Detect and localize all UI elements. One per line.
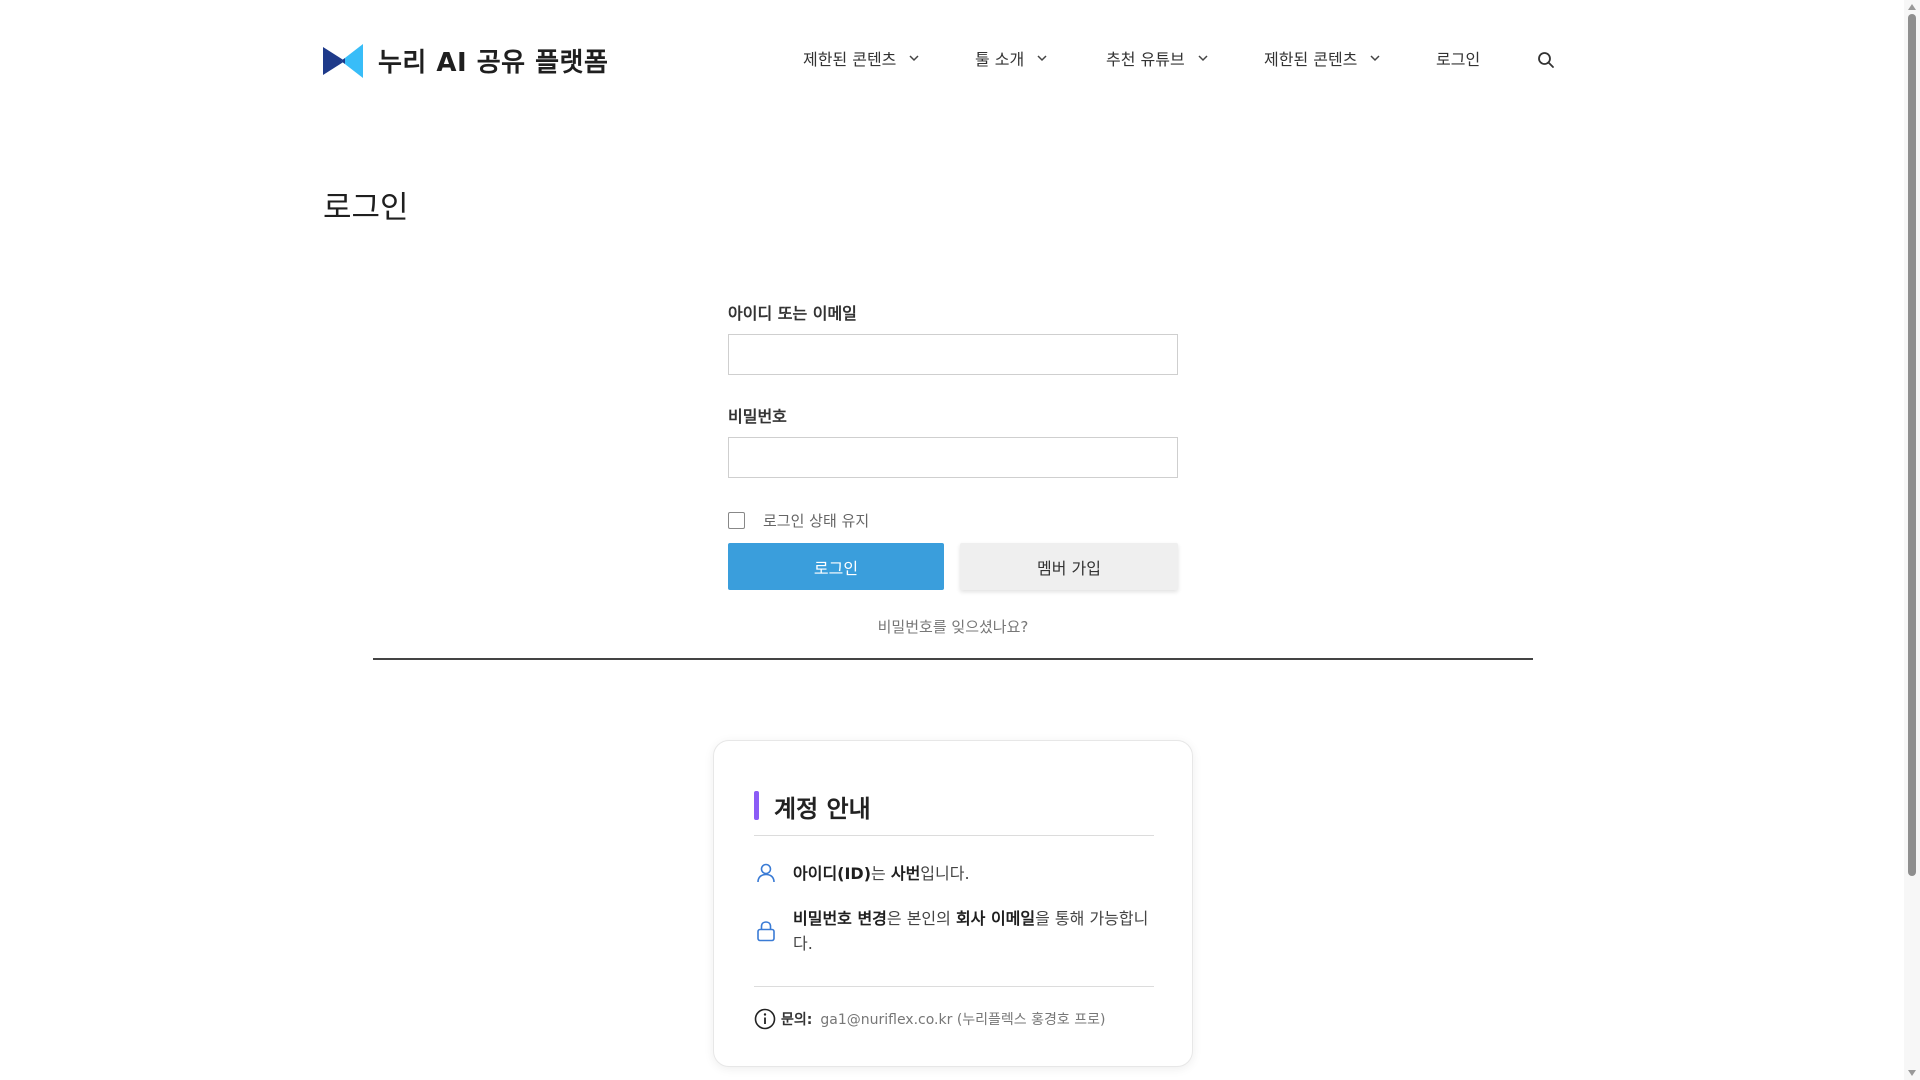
nav-item-label: 제한된 콘텐츠: [803, 50, 897, 69]
username-input[interactable]: [728, 334, 1178, 375]
info-icon: [754, 1008, 776, 1030]
info-text-password: 비밀번호 변경은 본인의 회사 이메일을 통해 가능합니다.: [793, 909, 1149, 953]
nav-item-label: 로그인: [1436, 50, 1481, 69]
card-header: 계정 안내: [754, 789, 1154, 836]
chevron-down-icon: [1198, 55, 1208, 62]
scroll-down-arrow-icon[interactable]: [1908, 1070, 1916, 1076]
card-separator: [754, 986, 1154, 987]
chevron-down-icon: [1037, 55, 1047, 62]
button-row: 로그인 멤버 가입: [728, 543, 1178, 590]
nav-item-restricted-content-2[interactable]: 제한된 콘텐츠: [1264, 46, 1381, 70]
section-divider: [373, 658, 1533, 660]
join-button[interactable]: 멤버 가입: [960, 543, 1178, 590]
page-scrollbar[interactable]: [1904, 0, 1920, 1080]
lock-icon: [757, 921, 775, 942]
chevron-down-icon: [909, 55, 919, 62]
nav-item-youtube[interactable]: 추천 유튜브: [1106, 46, 1209, 70]
forgot-password-link[interactable]: 비밀번호를 잊으셨나요?: [728, 616, 1178, 637]
search-icon[interactable]: [1536, 50, 1556, 70]
password-input[interactable]: [728, 437, 1178, 478]
accent-bar: [754, 791, 759, 820]
nav-item-label: 제한된 콘텐츠: [1264, 50, 1358, 69]
scrollbar-thumb[interactable]: [1908, 14, 1916, 876]
username-label: 아이디 또는 이메일: [728, 304, 857, 323]
nav-item-tools[interactable]: 툴 소개: [975, 46, 1048, 70]
card-title: 계정 안내: [774, 795, 871, 823]
info-row-password: 비밀번호 변경은 본인의 회사 이메일을 통해 가능합니다.: [754, 906, 1154, 956]
info-text-id: 아이디(ID)는 사번입니다.: [793, 864, 970, 883]
info-row-id: 아이디(ID)는 사번입니다.: [754, 861, 1154, 886]
nav-item-label: 툴 소개: [975, 50, 1025, 69]
remember-me: 로그인 상태 유지: [728, 510, 1178, 531]
nav-item-restricted-content-1[interactable]: 제한된 콘텐츠: [803, 46, 920, 70]
remember-me-checkbox[interactable]: [728, 512, 745, 529]
chevron-down-icon: [1370, 55, 1380, 62]
password-label: 비밀번호: [728, 407, 787, 426]
nav-item-login[interactable]: 로그인: [1436, 46, 1480, 70]
login-form: 아이디 또는 이메일 비밀번호 로그인 상태 유지 로그인 멤버 가입 비밀번호…: [728, 300, 1178, 637]
login-button[interactable]: 로그인: [728, 543, 944, 590]
remember-me-label[interactable]: 로그인 상태 유지: [763, 510, 869, 531]
user-icon: [757, 863, 775, 883]
main-nav: 제한된 콘텐츠 툴 소개 추천 유튜브 제한된 콘텐츠 로그인: [0, 46, 1904, 76]
contact-info: 문의: ga1@nuriflex.co.kr (누리플렉스 홍경호 프로): [754, 1008, 1105, 1030]
site-header: 누리 AI 공유 플랫폼 제한된 콘텐츠 툴 소개 추천 유튜브 제한된 콘텐츠…: [0, 0, 1904, 120]
account-info-card: 계정 안내 아이디(ID)는 사번입니다. 비밀번호 변경은 본인의 회사 이메…: [713, 740, 1193, 1067]
page-title: 로그인: [323, 190, 409, 226]
contact-email[interactable]: ga1@nuriflex.co.kr (누리플렉스 홍경호 프로): [820, 1009, 1105, 1029]
scroll-up-arrow-icon[interactable]: [1908, 4, 1916, 10]
nav-item-label: 추천 유튜브: [1106, 50, 1185, 69]
contact-label: 문의:: [781, 1012, 813, 1028]
